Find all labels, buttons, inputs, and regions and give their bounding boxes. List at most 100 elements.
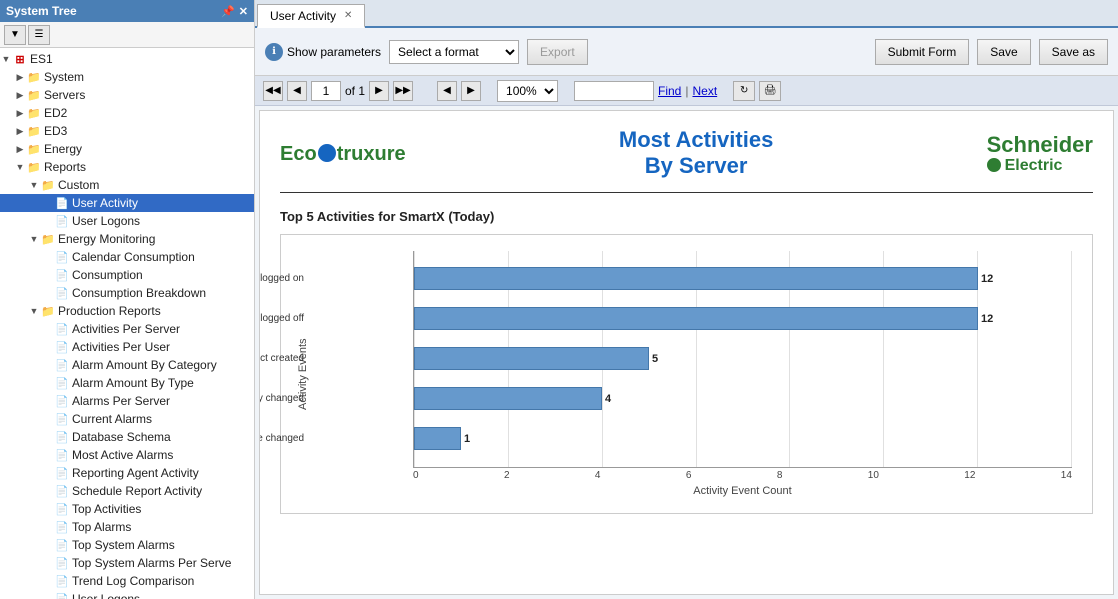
report-icon-activities-per-user: 📄 (54, 339, 70, 355)
print-button[interactable]: 🖨 (759, 81, 781, 101)
sidebar-item-ed3[interactable]: ▶📁ED3 (0, 122, 254, 140)
tree-label-database-schema: Database Schema (72, 430, 171, 444)
saveas-button[interactable]: Save as (1039, 39, 1108, 65)
tree-arrow-system[interactable]: ▶ (14, 71, 26, 83)
bar-2: 5 (414, 347, 649, 370)
sidebar-item-schedule-report-activity[interactable]: 📄Schedule Report Activity (0, 482, 254, 500)
save-button[interactable]: Save (977, 39, 1030, 65)
tree-arrow-production-reports[interactable]: ▼ (28, 305, 40, 317)
tree-arrow-ed3[interactable]: ▶ (14, 125, 26, 137)
tab-close-icon[interactable]: ✕ (344, 10, 352, 21)
first-page-button[interactable]: ◀◀ (263, 81, 283, 101)
sidebar-item-alarms-per-server[interactable]: 📄Alarms Per Server (0, 392, 254, 410)
sidebar-item-consumption-breakdown[interactable]: 📄Consumption Breakdown (0, 284, 254, 302)
sidebar-item-servers[interactable]: ▶📁Servers (0, 86, 254, 104)
tree-arrow-energy[interactable]: ▶ (14, 143, 26, 155)
zoom-select[interactable]: 50% 75% 100% 125% 150% (497, 80, 558, 102)
filter-button[interactable]: ▼ (4, 25, 26, 45)
sidebar-item-ed2[interactable]: ▶📁ED2 (0, 104, 254, 122)
pin-icon[interactable]: 📌 (221, 5, 235, 18)
show-params-button[interactable]: ℹ Show parameters (265, 43, 381, 61)
close-icon[interactable]: ✕ (239, 5, 248, 18)
list-view-button[interactable]: ☰ (28, 25, 50, 45)
bar-value-1: 12 (981, 313, 993, 325)
y-axis-label: Activity Events (297, 251, 309, 497)
tree-arrow-energy-monitoring[interactable]: ▼ (28, 233, 40, 245)
report-icon-top-system-alarms-per-serve: 📄 (54, 555, 70, 571)
eco-logo: Ecotruxure (280, 140, 406, 166)
sidebar-item-reporting-agent-activity[interactable]: 📄Reporting Agent Activity (0, 464, 254, 482)
export-button[interactable]: Export (527, 39, 588, 65)
folder-icon-servers: 📁 (26, 87, 42, 103)
sidebar-item-top-activities[interactable]: 📄Top Activities (0, 500, 254, 518)
pagination-bar: ◀◀ ◀ of 1 ▶ ▶▶ ◀ ▶ 50% 75% 100% 125% 150… (255, 76, 1118, 106)
refresh-button[interactable]: ↻ (733, 81, 755, 101)
sidebar-header: System Tree 📌 ✕ (0, 0, 254, 22)
tree-label-activities-per-user: Activities Per User (72, 340, 170, 354)
bar-chart: Activity Events (280, 234, 1093, 514)
sidebar-item-user-logons[interactable]: 📄User Logons (0, 212, 254, 230)
sidebar-item-activities-per-user[interactable]: 📄Activities Per User (0, 338, 254, 356)
sidebar-item-system[interactable]: ▶📁System (0, 68, 254, 86)
sidebar-item-user-logons2[interactable]: 📄User Logons (0, 590, 254, 599)
sidebar-item-energy-monitoring[interactable]: ▼📁Energy Monitoring (0, 230, 254, 248)
sidebar-item-production-reports[interactable]: ▼📁Production Reports (0, 302, 254, 320)
back-nav-button[interactable]: ◀ (437, 81, 457, 101)
tree-arrow-custom[interactable]: ▼ (28, 179, 40, 191)
sidebar-item-top-system-alarms[interactable]: 📄Top System Alarms (0, 536, 254, 554)
tree-arrow-servers[interactable]: ▶ (14, 89, 26, 101)
chart-section: Top 5 Activities for SmartX (Today) Acti… (280, 209, 1093, 514)
report-icon-top-system-alarms: 📄 (54, 537, 70, 553)
bar-row-3: Property changed 4 (414, 381, 1072, 417)
tree-label-schedule-report-activity: Schedule Report Activity (72, 484, 202, 498)
sidebar-item-calendar-consumption[interactable]: 📄Calendar Consumption (0, 248, 254, 266)
bar-label-3: Property changed (259, 393, 304, 404)
sidebar-item-alarm-amount-by-type[interactable]: 📄Alarm Amount By Type (0, 374, 254, 392)
sidebar-item-top-system-alarms-per-serve[interactable]: 📄Top System Alarms Per Serve (0, 554, 254, 572)
sidebar-item-es1[interactable]: ▼⊞ES1 (0, 50, 254, 68)
tree-label-production-reports: Production Reports (58, 304, 161, 318)
last-page-button[interactable]: ▶▶ (393, 81, 413, 101)
report-icon-user-logons2: 📄 (54, 591, 70, 599)
next-page-button[interactable]: ▶ (369, 81, 389, 101)
sidebar: System Tree 📌 ✕ ▼ ☰ ▼⊞ES1▶📁System▶📁Serve… (0, 0, 255, 599)
tree-label-alarm-amount-by-type: Alarm Amount By Type (72, 376, 194, 390)
page-input[interactable] (311, 81, 341, 101)
submit-form-button[interactable]: Submit Form (875, 39, 970, 65)
sidebar-item-consumption[interactable]: 📄Consumption (0, 266, 254, 284)
tree-label-top-system-alarms-per-serve: Top System Alarms Per Serve (72, 556, 231, 570)
tree-label-current-alarms: Current Alarms (72, 412, 152, 426)
find-input[interactable] (574, 81, 654, 101)
tree-label-calendar-consumption: Calendar Consumption (72, 250, 195, 264)
report-icon-trend-log-comparison: 📄 (54, 573, 70, 589)
bar-4: 1 (414, 427, 461, 450)
next-link[interactable]: Next (692, 84, 717, 98)
tree-arrow-es1[interactable]: ▼ (0, 53, 12, 65)
folder-icon-energy-monitoring: 📁 (40, 231, 56, 247)
sidebar-item-top-alarms[interactable]: 📄Top Alarms (0, 518, 254, 536)
sidebar-item-energy[interactable]: ▶📁Energy (0, 140, 254, 158)
tree-label-consumption: Consumption (72, 268, 143, 282)
prev-page-button[interactable]: ◀ (287, 81, 307, 101)
find-link[interactable]: Find (658, 84, 681, 98)
sidebar-item-alarm-amount-by-category[interactable]: 📄Alarm Amount By Category (0, 356, 254, 374)
sidebar-item-trend-log-comparison[interactable]: 📄Trend Log Comparison (0, 572, 254, 590)
sidebar-item-user-activity[interactable]: 📄User Activity (0, 194, 254, 212)
report-title-line1: Most Activities (619, 127, 773, 153)
fwd-nav-button[interactable]: ▶ (461, 81, 481, 101)
schneider-logo: Schneider Electric (987, 133, 1093, 175)
tree-arrow-ed2[interactable]: ▶ (14, 107, 26, 119)
tree-label-consumption-breakdown: Consumption Breakdown (72, 286, 206, 300)
sidebar-item-activities-per-server[interactable]: 📄Activities Per Server (0, 320, 254, 338)
chart-area: User logged on 12 User logged off 12 Obj… (413, 251, 1072, 497)
sidebar-item-reports[interactable]: ▼📁Reports (0, 158, 254, 176)
tree-label-energy: Energy (44, 142, 82, 156)
tab-user-activity[interactable]: User Activity ✕ (257, 4, 365, 28)
sidebar-item-current-alarms[interactable]: 📄Current Alarms (0, 410, 254, 428)
bar-value-2: 5 (652, 353, 658, 365)
format-select[interactable]: Select a format PDF Excel Word CSV (389, 40, 519, 64)
sidebar-item-most-active-alarms[interactable]: 📄Most Active Alarms (0, 446, 254, 464)
tree-arrow-reports[interactable]: ▼ (14, 161, 26, 173)
sidebar-item-custom[interactable]: ▼📁Custom (0, 176, 254, 194)
sidebar-item-database-schema[interactable]: 📄Database Schema (0, 428, 254, 446)
